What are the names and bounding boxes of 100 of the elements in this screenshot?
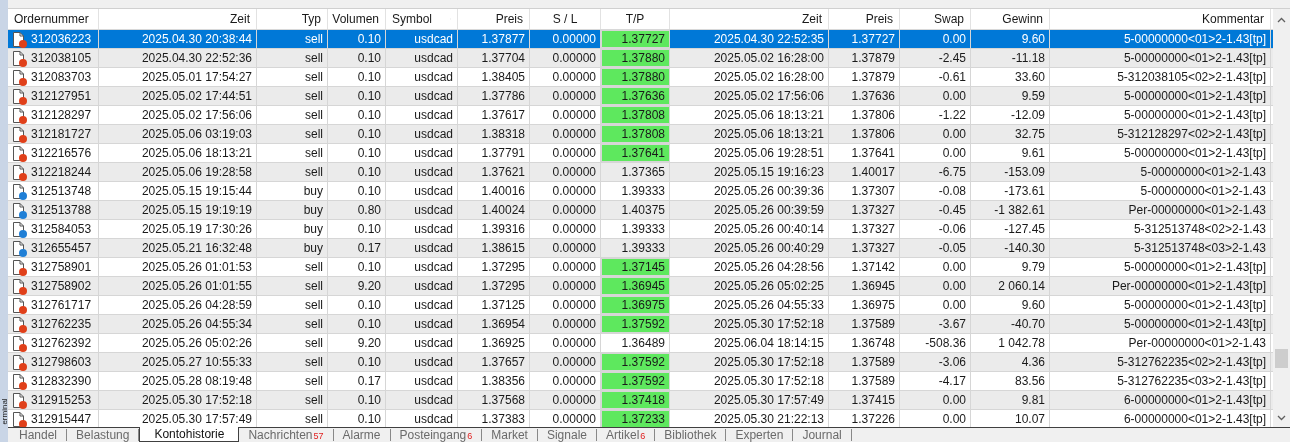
column-header[interactable]: Symbol (392, 13, 432, 25)
column-header[interactable]: Preis (495, 13, 523, 25)
table-cell: 1.37808 (621, 109, 665, 121)
tab[interactable]: Nachrichten 57 (239, 429, 334, 441)
table-cell: 0.00000 (552, 52, 596, 64)
table-cell: sell (305, 52, 323, 64)
table-cell: 312127951 (31, 90, 92, 102)
table-cell: 1 042.78 (998, 337, 1045, 349)
column-header[interactable]: Zeit (230, 13, 250, 25)
table-cell: 0.10 (357, 166, 381, 178)
table-cell: 83.56 (1014, 375, 1045, 387)
table-cell: 0.00000 (552, 375, 596, 387)
table-cell: 0.00000 (552, 71, 596, 83)
table-cell: 0.17 (357, 375, 381, 387)
table-row[interactable]: 312038105 2025.04.30 22:52:36 sell 0.10 usdcad 1.37704 0.00000 1.37880 2025.05.02 16:28:00 1.37879 -2.45 -11.18 5-00000000<01>2-1.43[tp] (8, 49, 1273, 68)
tab[interactable]: Journal (793, 429, 852, 441)
table-cell: usdcad (414, 166, 453, 178)
tab[interactable]: Kontohistorie (139, 427, 240, 442)
table-cell: 1.37621 (481, 166, 525, 178)
column-header[interactable]: Swap (933, 13, 964, 25)
table-cell: 2025.05.26 05:02:25 (713, 280, 824, 292)
tab[interactable]: Signale (537, 429, 597, 441)
table-cell: usdcad (414, 128, 453, 140)
table-cell: -173.61 (1004, 185, 1045, 197)
table-cell: usdcad (414, 109, 453, 121)
table-cell: 6-00000000<01>2-1.43[tp] (1123, 394, 1266, 406)
table-row[interactable]: 312655457 2025.05.21 16:32:48 buy 0.17 usdcad 1.38615 0.00000 1.39333 2025.05.26 00:40:29 1.37327 -0.05 -140.30 5-312513748<03>2-1.43 (8, 239, 1273, 258)
tab[interactable]: Market (482, 429, 538, 441)
column-header[interactable]: Zeit (802, 13, 822, 25)
tab[interactable]: Artikel6 (597, 429, 656, 441)
column-header[interactable]: Typ (301, 13, 321, 25)
table-cell: -40.70 (1010, 318, 1045, 330)
table-row[interactable]: 312915253 2025.05.30 17:52:18 sell 0.10 usdcad 1.37568 0.00000 1.37418 2025.05.30 17:57:49 1.37415 0.00 9.81 6-00000000<01>2-1.43[tp] (8, 391, 1273, 410)
table-cell: 0.00000 (552, 242, 596, 254)
scroll-thumb[interactable] (1275, 349, 1288, 368)
tab[interactable]: Posteingang6 (390, 429, 483, 441)
tab[interactable]: Bibliothek (655, 429, 727, 441)
table-row[interactable]: 312513788 2025.05.15 19:19:19 buy 0.80 usdcad 1.40024 0.00000 1.40375 2025.05.26 00:39:59 1.37327 -0.45 -1 382.61 Per-00000000<01>2-1.43 (8, 201, 1273, 220)
table-cell: 312798603 (31, 356, 92, 368)
table-cell: usdcad (414, 147, 453, 159)
tab[interactable]: Handel (10, 429, 68, 441)
table-cell: 0.10 (357, 109, 381, 121)
table-cell: usdcad (414, 356, 453, 368)
table-cell: 1.37879 (851, 71, 895, 83)
table-cell: 2025.05.19 17:30:26 (141, 223, 252, 235)
table-cell: 1.37125 (481, 299, 525, 311)
table-row[interactable]: 312218244 2025.05.06 19:28:58 sell 0.10 usdcad 1.37621 0.00000 1.37365 2025.05.15 19:16:23 1.40017 -6.75 -153.09 5-00000000<01>2-1.43 (8, 163, 1273, 182)
table-cell: 1.36945 (851, 280, 895, 292)
table-cell: 5-00000000<01>2-1.43[tp] (1123, 52, 1266, 64)
table-cell: 0.00 (942, 147, 966, 159)
column-header[interactable]: Ordernummer (14, 13, 89, 25)
table-cell: 2025.05.30 21:22:13 (713, 413, 824, 425)
table-row[interactable]: 312127951 2025.05.02 17:44:51 sell 0.10 usdcad 1.37786 0.00000 1.37636 2025.05.02 17:56:06 1.37636 0.00 9.59 5-00000000<01>2-1.43[tp] (8, 87, 1273, 106)
table-row[interactable]: 312181727 2025.05.06 03:19:03 sell 0.10 usdcad 1.38318 0.00000 1.37808 2025.05.06 18:13:21 1.37806 0.00 32.75 5-312128297<02>2-1.43[tp] (8, 125, 1273, 144)
table-row[interactable]: 312762235 2025.05.26 04:55:34 sell 0.10 usdcad 1.36954 0.00000 1.37592 2025.05.30 17:52:18 1.37589 -3.67 -40.70 5-00000000<01>2-1.43[tp] (8, 315, 1273, 334)
table-cell: 0.10 (357, 147, 381, 159)
table-cell: 312655457 (31, 242, 92, 254)
table-cell: 9.59 (1021, 90, 1045, 102)
table-cell: 0.10 (357, 128, 381, 140)
table-cell: 1.37592 (621, 318, 665, 330)
table-cell: 1.37806 (851, 109, 895, 121)
table-cell: 1.37307 (851, 185, 895, 197)
table-cell: 1.36489 (621, 337, 665, 349)
table-cell: 1.37879 (851, 52, 895, 64)
table-cell: 1.37226 (851, 413, 895, 425)
table-cell: 5-00000000<01>2-1.43[tp] (1123, 318, 1266, 330)
table-cell: -0.05 (938, 242, 966, 254)
table-cell: 5-00000000<01>2-1.43[tp] (1123, 261, 1266, 273)
scroll-down-icon[interactable] (1277, 415, 1286, 421)
column-header[interactable]: Gewinn (1002, 13, 1043, 25)
table-cell: 5-312762235<02>2-1.43[tp] (1117, 356, 1266, 368)
column-header[interactable]: S / L (552, 13, 578, 25)
table-cell: 32.75 (1014, 128, 1045, 140)
scroll-up-icon[interactable] (1277, 17, 1286, 23)
table-cell: 1.36925 (481, 337, 525, 349)
table-cell: 1.37657 (481, 356, 525, 368)
table-cell: usdcad (414, 185, 453, 197)
table-cell: 312036223 (31, 33, 92, 45)
column-header[interactable]: T/P (625, 13, 645, 25)
table-row[interactable]: 312036223 2025.04.30 20:38:44 sell 0.10 usdcad 1.37877 0.00000 1.37727 2025.04.30 22:52:35 1.37727 0.00 9.60 5-00000000<01>2-1.43[tp] (8, 30, 1273, 49)
table-cell: 1.36954 (481, 318, 525, 330)
column-header[interactable]: Volumen (332, 13, 379, 25)
tab[interactable]: Experten (726, 429, 794, 441)
table-cell: 5-00000000<01>2-1.43[tp] (1123, 33, 1266, 45)
table-row[interactable]: 312758902 2025.05.26 01:01:55 sell 9.20 usdcad 1.37295 0.00000 1.36945 2025.05.26 05:02:25 1.36945 0.00 2 060.14 Per-00000000<01>2-1.43[tp] (8, 277, 1273, 296)
table-row[interactable]: 312798603 2025.05.27 10:55:33 sell 0.10 usdcad 1.37657 0.00000 1.37592 2025.05.30 17:52:18 1.37589 -3.06 4.36 5-312762235<02>2-1.43[tp] (8, 353, 1273, 372)
table-cell: sell (305, 394, 323, 406)
column-header[interactable]: Preis (865, 13, 893, 25)
table-cell: 0.00000 (552, 128, 596, 140)
table-cell: sell (305, 261, 323, 273)
table-cell: 0.00 (942, 394, 966, 406)
table-cell: 2025.05.02 17:56:06 (141, 109, 252, 121)
table-cell: 5-312513748<03>2-1.43 (1133, 242, 1266, 254)
table-cell: 0.10 (357, 52, 381, 64)
table-cell: 2025.05.06 19:28:51 (713, 147, 824, 159)
table-cell: 1.40016 (481, 185, 525, 197)
tab[interactable]: Alarme (333, 429, 391, 441)
table-cell: 2025.05.28 08:19:48 (141, 375, 252, 387)
column-header[interactable]: Kommentar (1201, 13, 1264, 25)
table-cell: 1.37880 (621, 52, 665, 64)
